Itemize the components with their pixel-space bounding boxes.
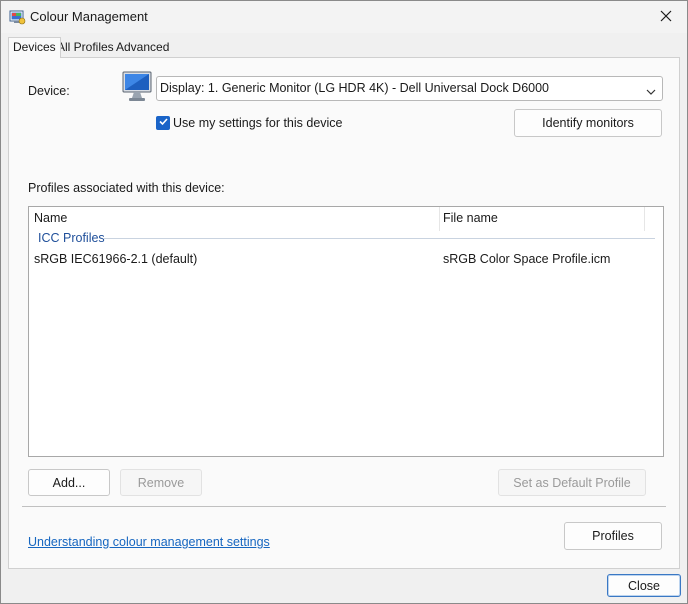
window-title: Colour Management [30,9,148,24]
profile-row-name[interactable]: sRGB IEC61966-2.1 (default) [34,252,197,266]
device-select[interactable]: Display: 1. Generic Monitor (LG HDR 4K) … [156,76,663,101]
tab-advanced[interactable]: Advanced [114,39,171,57]
set-default-profile-button[interactable]: Set as Default Profile [498,469,646,496]
colour-management-window: Colour Management Devices All Profiles A… [0,0,688,604]
understanding-colour-management-link[interactable]: Understanding colour management settings [28,535,270,549]
column-separator [644,207,645,231]
column-header-name[interactable]: Name [34,211,67,225]
profiles-button[interactable]: Profiles [564,522,662,550]
profiles-section-label: Profiles associated with this device: [28,181,225,195]
profile-row-file[interactable]: sRGB Color Space Profile.icm [443,252,610,266]
tab-all-profiles[interactable]: All Profiles [55,39,116,57]
checkmark-icon [158,116,169,130]
divider [22,506,666,507]
group-header-icc-profiles: ICC Profiles [38,231,105,245]
device-label: Device: [28,84,70,98]
column-separator [439,207,440,231]
tab-devices[interactable]: Devices [8,37,61,58]
column-header-file-name[interactable]: File name [443,211,498,225]
use-my-settings-checkbox[interactable] [156,116,170,130]
profiles-list[interactable]: Name File name ICC Profiles sRGB IEC6196… [28,206,664,457]
devices-panel: Device: Display: 1. Generic Monitor (LG … [8,57,680,569]
chevron-down-icon [646,85,656,95]
add-button[interactable]: Add... [28,469,110,496]
title-bar: Colour Management [1,1,687,33]
remove-button[interactable]: Remove [120,469,202,496]
group-header-line [103,238,655,239]
close-window-button[interactable] [651,3,681,31]
close-button[interactable]: Close [607,574,681,597]
colour-management-icon [9,9,26,26]
use-my-settings-label: Use my settings for this device [173,116,343,130]
identify-monitors-button[interactable]: Identify monitors [514,109,662,137]
close-icon [659,9,673,26]
monitor-icon [121,70,155,104]
device-select-value: Display: 1. Generic Monitor (LG HDR 4K) … [160,81,550,95]
